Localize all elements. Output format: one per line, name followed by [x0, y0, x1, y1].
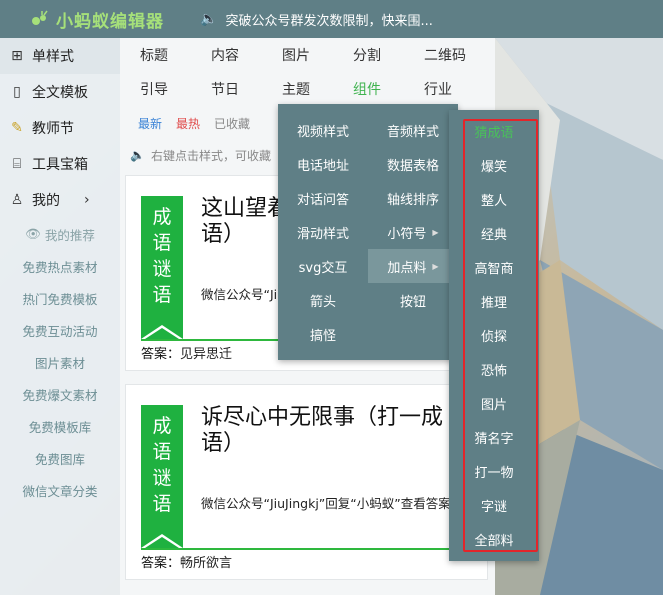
sidebar-sub-item[interactable]: 免费图库 [0, 442, 120, 474]
tag-char: 成 [152, 415, 172, 437]
riddle-question: 诉尽心中无限事（打一成语） [201, 405, 444, 456]
tab-qrcode[interactable]: 二维码 [424, 45, 495, 65]
menu-item-phone-address[interactable]: 电话地址 [278, 147, 368, 181]
sidebar-sub-item[interactable]: 免费互动活动 [0, 314, 120, 346]
sidebar-sub-title-label: 我的推荐 [44, 227, 95, 243]
menu-item-dialog-qa[interactable]: 对话问答 [278, 181, 368, 215]
menu-item-slide-style[interactable]: 滑动样式 [278, 215, 368, 249]
template-icon: ▯ [13, 84, 21, 100]
category-nav-row-2: 引导 节日 主题 组件 行业 [120, 72, 495, 106]
tab-divider[interactable]: 分割 [353, 45, 424, 65]
ribbon-icon: ✎ [11, 120, 23, 136]
chevron-right-icon: › [84, 192, 90, 208]
logo[interactable]: 小蚂蚁编辑器 [0, 7, 190, 32]
sidebar-item-toolbox[interactable]: ⌸ 工具宝箱 [0, 146, 120, 182]
toolbox-icon: ⌸ [12, 156, 22, 172]
menu-item-extras[interactable]: 加点料 ▶ [368, 249, 458, 283]
sidebar-item-label: 全文模板 [32, 85, 88, 101]
notice-text[interactable]: 突破公众号群发次数限制，快来围... [225, 10, 432, 29]
menu-item-small-symbols[interactable]: 小符号 ▶ [368, 215, 458, 249]
highlight-box [463, 119, 538, 552]
category-nav-row-1: 标题 内容 图片 分割 二维码 [120, 38, 495, 72]
user-icon: ♙ [10, 192, 24, 208]
filter-favorited[interactable]: 已收藏 [214, 115, 250, 132]
tag-char: 谜 [152, 258, 172, 280]
tag-char: 语 [152, 284, 172, 306]
tab-image[interactable]: 图片 [282, 45, 353, 65]
answer-line: 答案：畅所欲言 [141, 550, 472, 571]
tab-title[interactable]: 标题 [140, 45, 211, 65]
ant-logo-icon [32, 10, 48, 25]
eye-icon: 👁 [25, 226, 41, 241]
sidebar-sub-item[interactable]: 免费爆文素材 [0, 378, 120, 410]
sidebar-sub-item[interactable]: 热门免费模板 [0, 282, 120, 314]
tab-guide[interactable]: 引导 [140, 79, 211, 99]
tag-char: 谜 [152, 467, 172, 489]
menu-item-funny[interactable]: 搞怪 [278, 317, 368, 351]
menu-item-data-table[interactable]: 数据表格 [368, 147, 458, 181]
menu-item-audio-style[interactable]: 音频样式 [368, 113, 458, 147]
top-bar: 小蚂蚁编辑器 🔈 突破公众号群发次数限制，快来围... [0, 0, 663, 38]
sidebar-item-mine[interactable]: ♙ 我的 › [0, 182, 120, 218]
sidebar-item-single-style[interactable]: ⊞ 单样式 [0, 38, 120, 74]
component-dropdown: 视频样式 音频样式 电话地址 数据表格 对话问答 轴线排序 滑动样式 小符号 ▶ … [278, 104, 458, 360]
sidebar-item-full-template[interactable]: ▯ 全文模板 [0, 74, 120, 110]
answer-value: 见异思迁 [180, 347, 233, 362]
filter-hottest[interactable]: 最热 [176, 115, 200, 132]
answer-key: 答案： [141, 347, 181, 362]
tag-char: 语 [152, 232, 172, 254]
riddle-source: 微信公众号“JiuJingkj”回复“小蚂蚁”查看答案 [201, 496, 451, 511]
riddle-tag: 成 语 谜 语 [141, 405, 183, 548]
answer-value: 畅所欲言 [180, 556, 233, 571]
sidebar-sub-title: 👁 我的推荐 [0, 218, 120, 250]
riddle-body: 诉尽心中无限事（打一成语） 微信公众号“JiuJingkj”回复“小蚂蚁”查看答… [183, 405, 472, 548]
app-name: 小蚂蚁编辑器 [56, 11, 164, 32]
menu-item-svg-interaction[interactable]: svg交互 [278, 249, 368, 283]
sidebar-sub-item[interactable]: 微信文章分类 [0, 474, 120, 506]
menu-item-button[interactable]: 按钮 [368, 283, 458, 317]
sidebar-item-teachers-day[interactable]: ✎ 教师节 [0, 110, 120, 146]
speaker-icon: 🔈 [130, 148, 145, 162]
filter-newest[interactable]: 最新 [138, 115, 162, 132]
sidebar-item-label: 教师节 [32, 121, 74, 137]
tab-component[interactable]: 组件 [353, 79, 424, 99]
riddle-block: 成 语 谜 语 诉尽心中无限事（打一成语） 微信公众号“JiuJingkj”回复… [141, 405, 472, 550]
tag-char: 语 [152, 493, 172, 515]
menu-item-video-style[interactable]: 视频样式 [278, 113, 368, 147]
tag-char: 语 [152, 441, 172, 463]
sidebar-sub-item[interactable]: 免费模板库 [0, 410, 120, 442]
sidebar: ⊞ 单样式 ▯ 全文模板 ✎ 教师节 ⌸ 工具宝箱 ♙ 我的 › 👁 我的推荐 … [0, 38, 120, 595]
sidebar-item-label: 单样式 [32, 49, 74, 65]
grid-icon: ⊞ [11, 48, 23, 64]
tag-char: 成 [152, 206, 172, 228]
hint-text: 右键点击样式，可收藏 [150, 148, 271, 163]
answer-key: 答案： [141, 556, 181, 571]
sidebar-item-label: 我的 [32, 193, 60, 209]
chevron-notch-icon [141, 325, 183, 339]
sidebar-sub-item[interactable]: 图片素材 [0, 346, 120, 378]
tab-industry[interactable]: 行业 [424, 79, 495, 99]
riddle-tag: 成 语 谜 语 [141, 196, 183, 339]
menu-item-label: 小符号 [387, 226, 427, 242]
menu-item-label: 加点料 [387, 260, 427, 276]
caret-right-icon: ▶ [432, 227, 439, 237]
tab-content[interactable]: 内容 [211, 45, 282, 65]
menu-item-timeline[interactable]: 轴线排序 [368, 181, 458, 215]
caret-right-icon: ▶ [432, 261, 439, 271]
menu-item-arrow[interactable]: 箭头 [278, 283, 368, 317]
style-card[interactable]: 成 语 谜 语 诉尽心中无限事（打一成语） 微信公众号“JiuJingkj”回复… [125, 384, 488, 580]
sidebar-sub-item[interactable]: 免费热点素材 [0, 250, 120, 282]
chevron-notch-icon [141, 534, 183, 548]
sidebar-item-label: 工具宝箱 [32, 157, 88, 173]
tab-theme[interactable]: 主题 [282, 79, 353, 99]
speaker-icon: 🔈 [200, 11, 218, 27]
tab-holiday[interactable]: 节日 [211, 79, 282, 99]
